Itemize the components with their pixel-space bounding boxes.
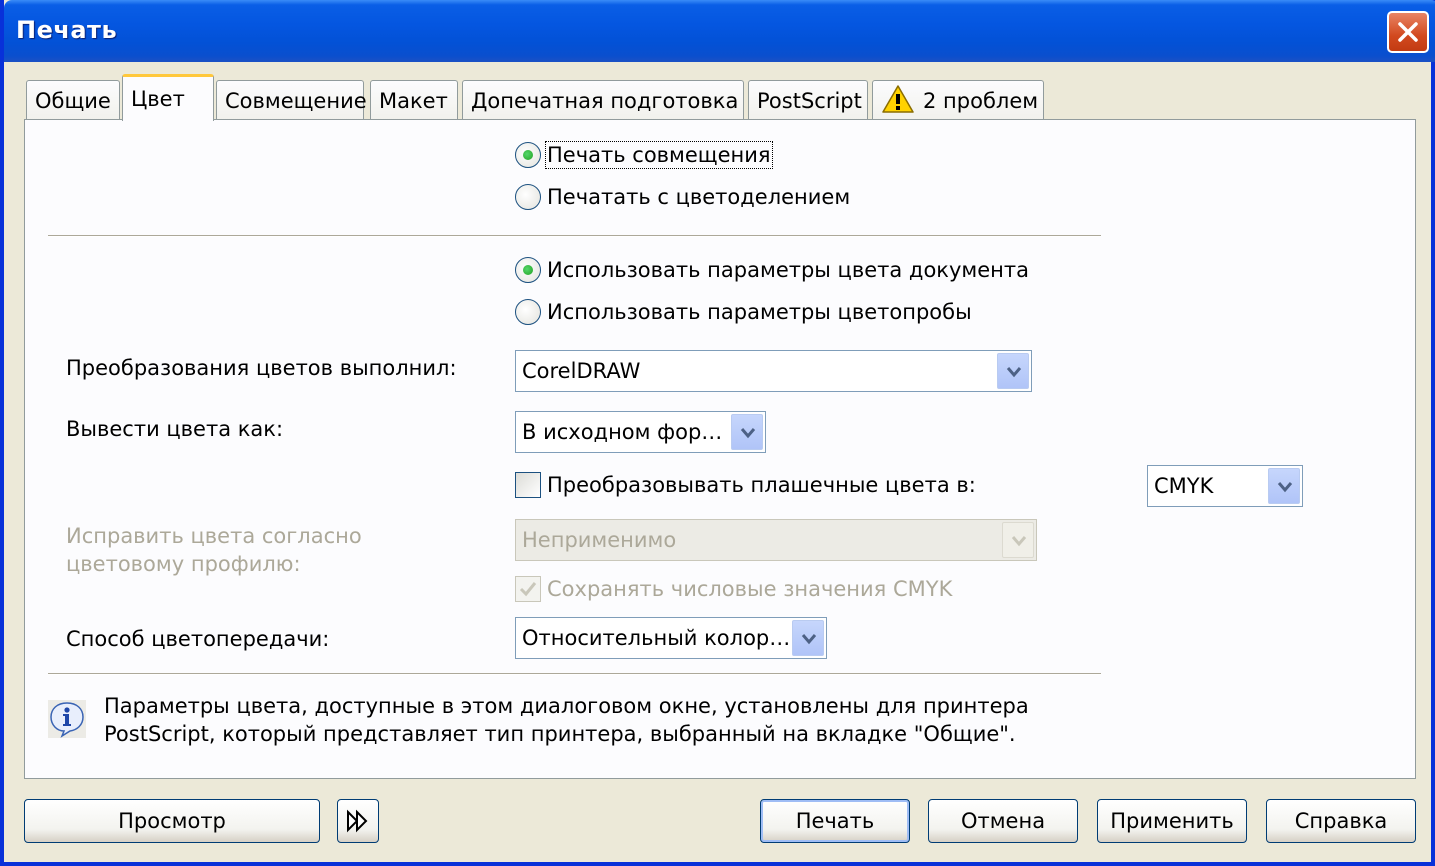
print-button[interactable]: Печать (760, 799, 910, 843)
radio-label: Печать совмещения (545, 141, 773, 169)
radio-button[interactable] (515, 142, 541, 168)
select-value: Неприменимо (522, 528, 677, 552)
info-text: Параметры цвета, доступные в этом диалог… (104, 692, 1029, 748)
output-select[interactable]: В исходном фор… (515, 411, 766, 453)
radio-button[interactable] (515, 184, 541, 210)
spot-convert-checkbox-row[interactable]: Преобразовывать плашечные цвета в: (515, 472, 976, 498)
checkbox-label: Преобразовывать плашечные цвета в: (547, 473, 976, 497)
chevron-down-icon (1002, 522, 1034, 558)
chevron-down-icon[interactable] (731, 414, 763, 450)
info-line: PostScript, который представляет тип при… (104, 722, 1016, 746)
select-value: В исходном фор… (522, 420, 723, 444)
radio-proof-color[interactable]: Использовать параметры цветопробы (515, 299, 972, 325)
window-title: Печать (16, 16, 118, 44)
radio-label: Использовать параметры цвета документа (547, 258, 1029, 282)
button-label: Просмотр (118, 809, 226, 833)
expand-preview-button[interactable] (337, 799, 379, 843)
intent-label: Способ цветопередачи: (66, 627, 330, 651)
chevron-down-icon[interactable] (1268, 468, 1300, 504)
spot-color-select[interactable]: CMYK (1147, 465, 1303, 507)
cancel-button[interactable]: Отмена (928, 799, 1078, 843)
tab-label: Общие (35, 89, 111, 113)
button-label: Печать (795, 809, 875, 833)
tab-label: 2 проблем (923, 89, 1039, 113)
select-value: CorelDRAW (522, 359, 641, 383)
tab-issues[interactable]: 2 проблем (872, 80, 1044, 120)
radio-label: Использовать параметры цветопробы (547, 300, 972, 324)
close-icon (1398, 22, 1418, 42)
select-value: Относительный колор… (522, 626, 788, 650)
info-icon (48, 700, 86, 738)
tab-label: Совмещение (225, 89, 367, 113)
radio-print-composite[interactable]: Печать совмещения (515, 141, 773, 169)
conversion-label: Преобразования цветов выполнил: (66, 356, 457, 380)
radio-button[interactable] (515, 299, 541, 325)
button-label: Применить (1110, 809, 1234, 833)
profile-select: Неприменимо (515, 519, 1037, 561)
preview-button[interactable]: Просмотр (24, 799, 320, 843)
tab-postscript[interactable]: PostScript (748, 80, 868, 120)
button-label: Справка (1294, 809, 1388, 833)
chevron-down-icon[interactable] (792, 620, 824, 656)
double-arrow-right-icon (347, 809, 368, 833)
tab-label: PostScript (757, 89, 862, 113)
help-button[interactable]: Справка (1266, 799, 1416, 843)
checkbox-label: Сохранять числовые значения CMYK (547, 577, 953, 601)
button-label: Отмена (960, 809, 1046, 833)
conversion-select[interactable]: CorelDRAW (515, 350, 1032, 392)
print-dialog: Печать Общие Цвет Совмещение Макет Допеч… (0, 0, 1435, 866)
checkmark-icon (519, 582, 537, 597)
tab-prepress[interactable]: Допечатная подготовка (462, 80, 744, 120)
spot-convert-checkbox[interactable] (515, 472, 541, 498)
separator (48, 673, 1101, 675)
preserve-cmyk-row: Сохранять числовые значения CMYK (515, 576, 952, 602)
radio-button[interactable] (515, 257, 541, 283)
apply-button[interactable]: Применить (1097, 799, 1247, 843)
tab-label: Цвет (131, 87, 185, 111)
info-line: Параметры цвета, доступные в этом диалог… (104, 694, 1029, 718)
title-bar[interactable]: Печать (4, 0, 1435, 62)
tab-label: Допечатная подготовка (471, 89, 739, 113)
radio-label: Печатать с цветоделением (547, 185, 851, 209)
intent-select[interactable]: Относительный колор… (515, 617, 827, 659)
tab-color[interactable]: Цвет (122, 74, 214, 121)
preserve-cmyk-checkbox (515, 576, 541, 602)
tab-layout[interactable]: Макет (370, 80, 458, 120)
radio-document-color[interactable]: Использовать параметры цвета документа (515, 257, 1029, 283)
close-button[interactable] (1387, 11, 1429, 53)
profile-label-line2: цветовому профилю: (66, 552, 301, 576)
tab-composite[interactable]: Совмещение (216, 80, 367, 120)
tab-general[interactable]: Общие (26, 80, 120, 120)
tab-label: Макет (379, 89, 448, 113)
profile-label-line1: Исправить цвета согласно (66, 524, 362, 548)
radio-print-separations[interactable]: Печатать с цветоделением (515, 184, 850, 210)
output-label: Вывести цвета как: (66, 417, 284, 441)
chevron-down-icon[interactable] (997, 353, 1029, 389)
separator (48, 235, 1101, 237)
select-value: CMYK (1154, 474, 1214, 498)
